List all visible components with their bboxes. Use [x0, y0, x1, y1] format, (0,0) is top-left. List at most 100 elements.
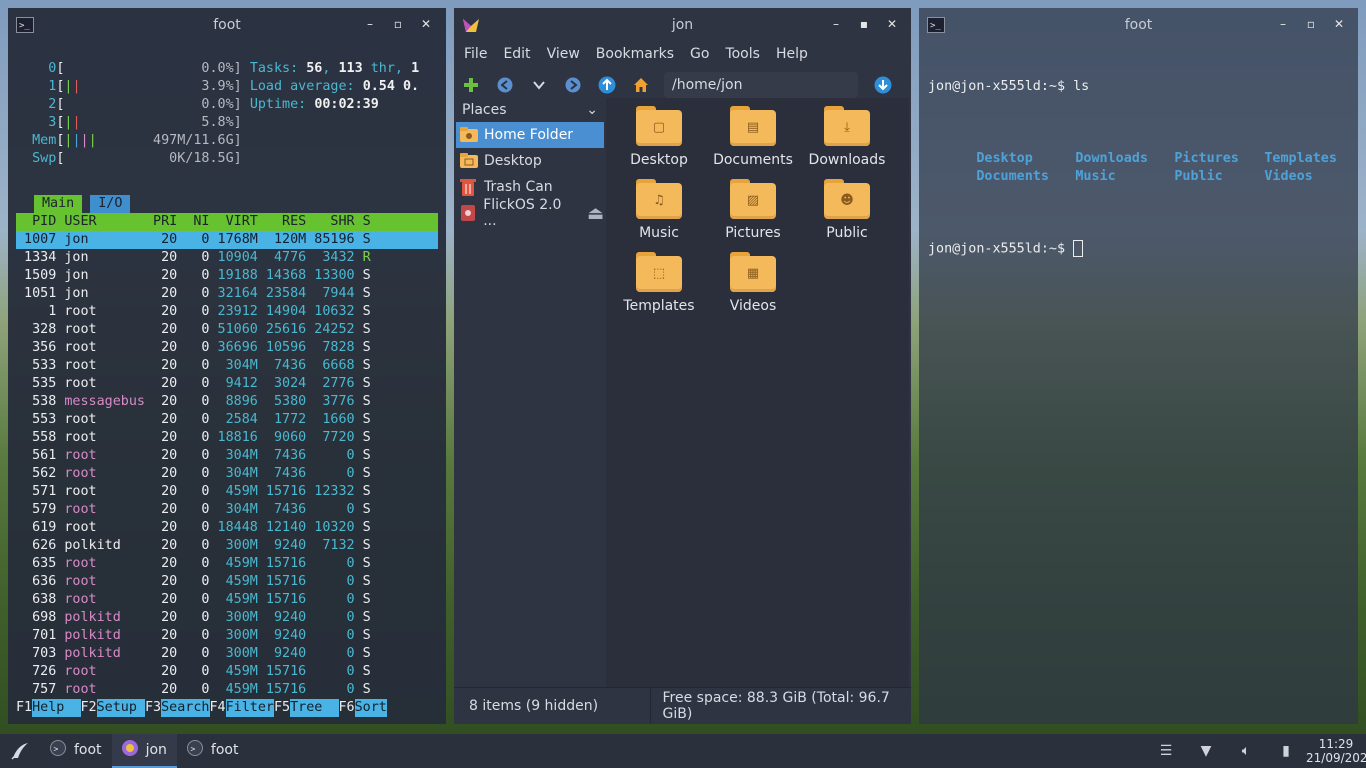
tab-main[interactable]: Main	[34, 195, 83, 213]
folder-videos[interactable]: ▦ Videos	[706, 252, 800, 321]
clock[interactable]: 11:29 21/09/2026	[1306, 737, 1366, 765]
folder-downloads[interactable]: ⤓ Downloads	[800, 106, 894, 175]
path-input[interactable]: /home/jon	[664, 72, 858, 98]
go-button[interactable]	[866, 70, 900, 100]
taskbar-app-foot[interactable]: > foot	[40, 734, 112, 766]
table-row[interactable]: 558 root 20 0 18816 9060 7720 S	[16, 429, 438, 447]
fkey-f4[interactable]: F4	[210, 699, 226, 717]
volume-icon[interactable]: 🔈︎	[1226, 743, 1266, 759]
table-row[interactable]: 579 root 20 0 304M 7436 0 S	[16, 501, 438, 519]
table-row[interactable]: 561 root 20 0 304M 7436 0 S	[16, 447, 438, 465]
terminal-window[interactable]: >_ foot – ▫ ✕ jon@jon-x555ld:~$ ls Deskt…	[919, 8, 1358, 724]
taskbar-app-foot[interactable]: > foot	[177, 734, 249, 766]
cell-pri: 20	[153, 538, 178, 553]
table-row[interactable]: 1509 jon 20 0 19188 14368 13300 S	[16, 267, 438, 285]
menu-tools[interactable]: Tools	[717, 42, 768, 66]
tab-io[interactable]: I/O	[90, 195, 131, 213]
fkey-f6[interactable]: F6	[339, 699, 355, 717]
fkey-label[interactable]: Search	[161, 699, 210, 717]
table-row[interactable]: 533 root 20 0 304M 7436 6668 S	[16, 357, 438, 375]
fkey-label[interactable]: Setup	[96, 699, 145, 717]
table-row[interactable]: 701 polkitd 20 0 300M 9240 0 S	[16, 627, 438, 645]
function-key-bar[interactable]: F1 Help F2 Setup F3 Search F4 Filter F5 Tree F6…	[16, 699, 387, 717]
table-row[interactable]: 553 root 20 0 2584 1772 1660 S	[16, 411, 438, 429]
menu-file[interactable]: File	[456, 42, 495, 66]
maximize-icon[interactable]: ▫	[384, 17, 412, 31]
forward-button[interactable]	[556, 70, 590, 100]
table-row[interactable]: 538 messagebus 20 0 8896 5380 3776 S	[16, 393, 438, 411]
htop-titlebar[interactable]: >_ foot – ▫ ✕	[8, 8, 446, 42]
table-row[interactable]: 1007 jon 20 0 1768M 120M 85196 S	[16, 231, 438, 249]
maximize-icon[interactable]: ▫	[1297, 17, 1325, 31]
table-row[interactable]: 757 root 20 0 459M 15716 0 S	[16, 681, 438, 699]
table-row[interactable]: 726 root 20 0 459M 15716 0 S	[16, 663, 438, 681]
places-header[interactable]: Places ⌄	[456, 98, 604, 122]
sidebar-item-desktop[interactable]: Desktop	[456, 148, 604, 174]
fkey-label[interactable]: Sort	[354, 699, 387, 717]
taskbar-app-jon[interactable]: jon	[111, 734, 177, 768]
minimize-icon[interactable]: –	[356, 17, 384, 31]
table-row[interactable]: 562 root 20 0 304M 7436 0 S	[16, 465, 438, 483]
table-row[interactable]: 1 root 20 0 23912 14904 10632 S	[16, 303, 438, 321]
menu-edit[interactable]: Edit	[495, 42, 538, 66]
fkey-label[interactable]: Help	[32, 699, 81, 717]
menu-bookmarks[interactable]: Bookmarks	[588, 42, 682, 66]
menu-go[interactable]: Go	[682, 42, 717, 66]
battery-icon[interactable]: ▮	[1266, 743, 1306, 759]
menu-view[interactable]: View	[539, 42, 588, 66]
table-row[interactable]: 635 root 20 0 459M 15716 0 S	[16, 555, 438, 573]
table-row[interactable]: 638 root 20 0 459M 15716 0 S	[16, 591, 438, 609]
history-dropdown-button[interactable]	[522, 70, 556, 100]
menu-icon[interactable]: ☰	[1146, 743, 1186, 759]
fm-titlebar[interactable]: jon – ▪ ✕	[454, 8, 911, 42]
up-button[interactable]	[590, 70, 624, 100]
wifi-icon[interactable]: ▼	[1186, 743, 1226, 759]
table-row[interactable]: 636 root 20 0 459M 15716 0 S	[16, 573, 438, 591]
fkey-f2[interactable]: F2	[81, 699, 97, 717]
folder-music[interactable]: ♫ Music	[612, 179, 706, 248]
maximize-icon[interactable]: ▪	[850, 17, 878, 31]
table-row[interactable]: 626 polkitd 20 0 300M 9240 7132 S	[16, 537, 438, 555]
fkey-label[interactable]: Filter	[225, 699, 274, 717]
table-row[interactable]: 571 root 20 0 459M 15716 12332 S	[16, 483, 438, 501]
new-tab-button[interactable]	[454, 70, 488, 100]
close-icon[interactable]: ✕	[412, 17, 440, 31]
file-view[interactable]: ▢ Desktop ▤ Documents ⤓ Downloads ♫ Music ▨ Pictu…	[606, 98, 909, 688]
chevron-down-icon[interactable]: ⌄	[586, 102, 598, 118]
close-icon[interactable]: ✕	[1325, 17, 1353, 31]
fkey-f5[interactable]: F5	[274, 699, 290, 717]
sidebar-item-home-folder[interactable]: Home Folder	[456, 122, 604, 148]
folder-public[interactable]: ☻ Public	[800, 179, 894, 248]
table-row[interactable]: 698 polkitd 20 0 300M 9240 0 S	[16, 609, 438, 627]
folder-documents[interactable]: ▤ Documents	[706, 106, 800, 175]
table-row[interactable]: 356 root 20 0 36696 10596 7828 S	[16, 339, 438, 357]
sidebar-item-flickos-2-0-[interactable]: FlickOS 2.0 ... ⏏	[456, 197, 604, 229]
process-table-header[interactable]: PID USER PRI NI VIRT RES SHR S	[16, 213, 438, 231]
menu-bar[interactable]: File Edit View Bookmarks Go Tools Help	[456, 42, 816, 66]
folder-templates[interactable]: ⬚ Templates	[612, 252, 706, 321]
app-launcher-button[interactable]	[0, 735, 40, 767]
close-icon[interactable]: ✕	[878, 17, 906, 31]
menu-help[interactable]: Help	[768, 42, 816, 66]
minimize-icon[interactable]: –	[1269, 17, 1297, 31]
table-row[interactable]: 619 root 20 0 18448 12140 10320 S	[16, 519, 438, 537]
file-manager-window[interactable]: jon – ▪ ✕ File Edit View Bookmarks Go Tools He…	[454, 8, 911, 724]
folder-pictures[interactable]: ▨ Pictures	[706, 179, 800, 248]
fkey-label[interactable]: Tree	[290, 699, 339, 717]
back-button[interactable]	[488, 70, 522, 100]
table-row[interactable]: 1051 jon 20 0 32164 23584 7944 S	[16, 285, 438, 303]
table-row[interactable]: 535 root 20 0 9412 3024 2776 S	[16, 375, 438, 393]
term-titlebar[interactable]: >_ foot – ▫ ✕	[919, 8, 1358, 42]
htop-terminal-window[interactable]: >_ foot – ▫ ✕ 0[ 0.0%] Tasks: 56, 113 th…	[8, 8, 446, 724]
terminal-output[interactable]: jon@jon-x555ld:~$ ls Desktop Documents Dow…	[928, 42, 1337, 295]
process-table[interactable]: 1007 jon 20 0 1768M 120M 85196 S 1334 jo…	[16, 231, 438, 699]
table-row[interactable]: 1334 jon 20 0 10904 4776 3432 R	[16, 249, 438, 267]
minimize-icon[interactable]: –	[822, 17, 850, 31]
eject-icon[interactable]: ⏏	[587, 203, 604, 224]
table-row[interactable]: 703 polkitd 20 0 300M 9240 0 S	[16, 645, 438, 663]
fkey-f1[interactable]: F1	[16, 699, 32, 717]
folder-desktop[interactable]: ▢ Desktop	[612, 106, 706, 175]
fkey-f3[interactable]: F3	[145, 699, 161, 717]
home-button[interactable]	[624, 70, 658, 100]
table-row[interactable]: 328 root 20 0 51060 25616 24252 S	[16, 321, 438, 339]
